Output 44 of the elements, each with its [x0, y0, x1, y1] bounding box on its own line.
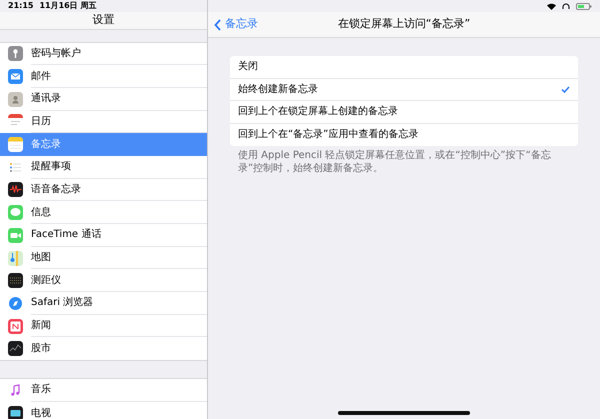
sidebar-item[interactable]: 股市	[0, 337, 207, 360]
key-icon	[8, 46, 23, 62]
television-icon	[8, 406, 23, 419]
sidebar-item[interactable]: 新闻	[0, 314, 207, 338]
option-row[interactable]: 关闭	[230, 56, 578, 78]
sidebar-item[interactable]: 密码与帐户	[0, 42, 207, 66]
option-row[interactable]: 回到上个在“备忘录”应用中查看的备忘录	[230, 124, 578, 146]
option-label: 始终创建新备忘录	[238, 82, 318, 97]
sidebar-item[interactable]: 音乐	[0, 379, 207, 402]
status-time: 21:15	[8, 0, 34, 12]
line-graph-icon	[8, 341, 23, 356]
option-label: 关闭	[238, 60, 258, 74]
option-label: 回到上个在锁定屏幕上创建的备忘录	[238, 104, 398, 120]
sidebar-title: 设置	[92, 12, 114, 28]
wifi-icon	[547, 2, 556, 10]
sidebar-item[interactable]: 测距仪	[0, 269, 207, 292]
sidebar-item[interactable]: 电视	[0, 402, 207, 419]
waveform-icon	[8, 182, 23, 198]
newspaper-icon	[8, 318, 23, 334]
sidebar-item[interactable]: 邮件	[0, 65, 207, 88]
sidebar-item[interactable]: 地图	[0, 246, 207, 270]
sidebar-item[interactable]: 提醒事项	[0, 156, 207, 179]
headphones-icon	[562, 2, 570, 10]
sidebar-item[interactable]: 语音备忘录	[0, 178, 207, 202]
battery-icon	[576, 2, 592, 10]
sidebar-item[interactable]: 信息	[0, 201, 207, 224]
option-row[interactable]: 回到上个在锁定屏幕上创建的备忘录	[230, 101, 578, 124]
sidebar-item[interactable]: 通讯录	[0, 88, 207, 111]
compass-icon	[8, 296, 23, 311]
footer-note: 使用 Apple Pencil 轻点锁定屏幕任意位置，或在“控制中心”按下“备忘录”控制时，始终创建新备忘录。	[238, 150, 552, 175]
page-title: 在锁定屏幕上访问“备忘录”	[338, 16, 470, 32]
video-camera-icon	[8, 228, 23, 243]
back-button[interactable]: 备忘录	[214, 16, 258, 33]
sidebar-item[interactable]: Safari 浏览器	[0, 292, 207, 315]
chevron-left-icon	[214, 18, 221, 30]
option-row[interactable]: 始终创建新备忘录	[230, 78, 578, 101]
sidebar-item[interactable]: FaceTime 通话	[0, 224, 207, 247]
speech-bubble-icon	[8, 205, 23, 220]
map-icon	[8, 250, 23, 266]
envelope-icon	[8, 69, 23, 84]
status-date: 11月16日 周五	[39, 0, 97, 12]
notepad-icon	[8, 137, 23, 152]
contact-icon	[8, 92, 23, 107]
option-label: 回到上个在“备忘录”应用中查看的备忘录	[238, 128, 418, 142]
